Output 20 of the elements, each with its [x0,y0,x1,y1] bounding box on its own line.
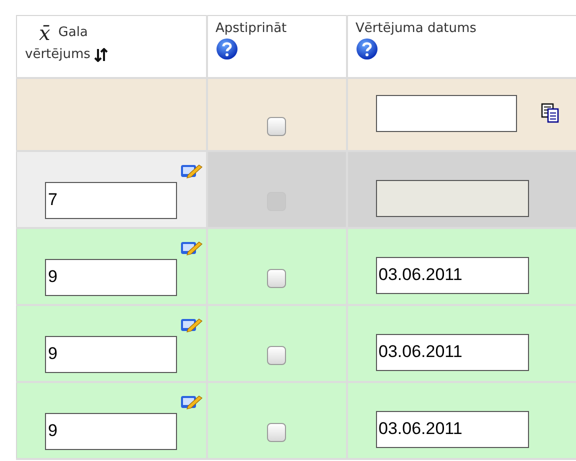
date-field[interactable]: 03.06.2011 [376,334,528,370]
approve-checkbox[interactable] [267,422,286,442]
grade-field[interactable]: 9 [45,258,177,296]
copy-icon[interactable] [540,103,558,123]
date-field[interactable] [376,94,516,132]
mean-symbol: x̄ [39,22,50,44]
column-header: Gala [58,26,88,40]
column-header: vērtējums [25,48,90,62]
column-header: Apstiprināt [216,21,287,36]
date-field[interactable]: 03.06.2011 [376,256,528,294]
sort-icon[interactable] [94,48,108,62]
approve-checkbox[interactable] [267,116,286,136]
grade-field[interactable]: 9 [45,336,177,372]
date-field[interactable]: 03.06.2011 [376,410,528,448]
column-header: Vērtējuma datums [356,21,476,36]
help-icon[interactable] [356,38,378,60]
approve-checkbox[interactable] [267,268,286,288]
grade-field[interactable]: 9 [45,412,177,450]
approve-checkbox[interactable] [267,346,286,364]
help-icon[interactable] [216,38,238,60]
